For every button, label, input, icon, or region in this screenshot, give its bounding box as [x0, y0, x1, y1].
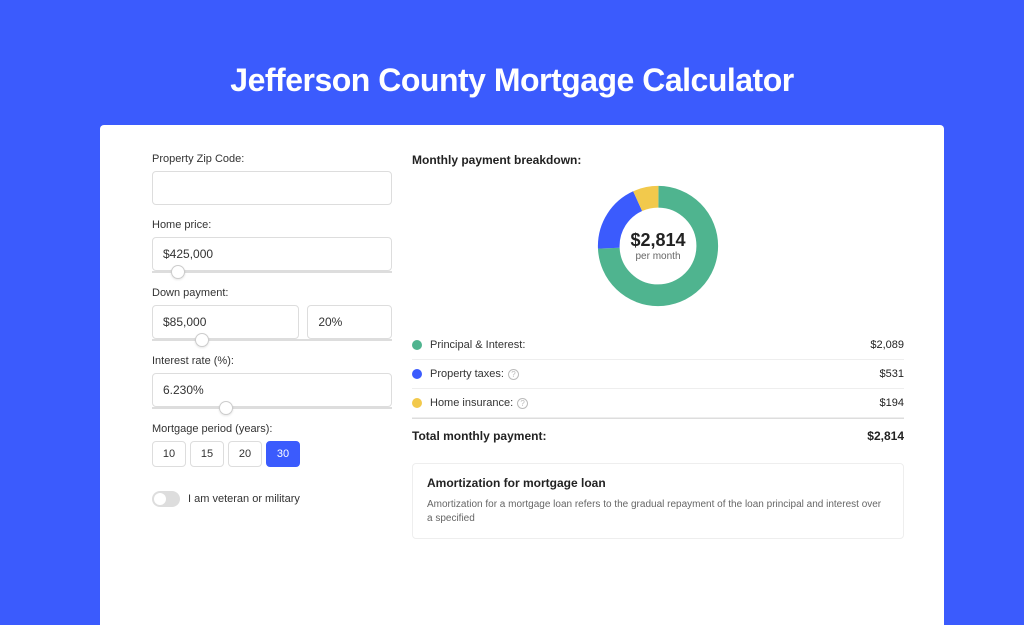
legend-value: $531 — [880, 368, 904, 380]
donut-chart: $2,814 per month — [593, 181, 723, 311]
interest-field: Interest rate (%): — [152, 355, 392, 409]
legend-insurance: Home insurance: ? $194 — [412, 389, 904, 418]
donut-chart-container: $2,814 per month — [412, 181, 904, 311]
total-row: Total monthly payment: $2,814 — [412, 418, 904, 457]
breakdown-column: Monthly payment breakdown: $2,814 per mo… — [412, 153, 904, 625]
home-price-label: Home price: — [152, 219, 392, 231]
slider-thumb[interactable] — [219, 401, 233, 415]
donut-amount: $2,814 — [630, 230, 685, 251]
legend-value: $2,089 — [870, 339, 904, 351]
legend-taxes: Property taxes: ? $531 — [412, 360, 904, 389]
calculator-card: Property Zip Code: Home price: Down paym… — [100, 125, 944, 625]
dot-icon — [412, 340, 422, 350]
zip-label: Property Zip Code: — [152, 153, 392, 165]
period-label: Mortgage period (years): — [152, 423, 392, 435]
amortization-text: Amortization for a mortgage loan refers … — [427, 498, 889, 526]
down-payment-field: Down payment: — [152, 287, 392, 341]
page-title: Jefferson County Mortgage Calculator — [0, 0, 1024, 99]
interest-label: Interest rate (%): — [152, 355, 392, 367]
amortization-title: Amortization for mortgage loan — [427, 476, 889, 490]
period-20-button[interactable]: 20 — [228, 441, 262, 467]
dot-icon — [412, 398, 422, 408]
period-button-group: 10 15 20 30 — [152, 441, 392, 467]
home-price-input[interactable] — [152, 237, 392, 271]
legend-value: $194 — [880, 397, 904, 409]
inputs-column: Property Zip Code: Home price: Down paym… — [152, 153, 392, 625]
dot-icon — [412, 369, 422, 379]
donut-center: $2,814 per month — [593, 181, 723, 311]
period-field: Mortgage period (years): 10 15 20 30 — [152, 423, 392, 467]
legend-principal: Principal & Interest: $2,089 — [412, 331, 904, 360]
amortization-box: Amortization for mortgage loan Amortizat… — [412, 463, 904, 539]
slider-thumb[interactable] — [171, 265, 185, 279]
veteran-row: I am veteran or military — [152, 491, 392, 507]
zip-field: Property Zip Code: — [152, 153, 392, 205]
veteran-label: I am veteran or military — [188, 493, 300, 505]
donut-sub: per month — [635, 251, 680, 262]
legend-label: Property taxes: — [430, 368, 504, 380]
info-icon[interactable]: ? — [508, 369, 519, 380]
down-payment-input[interactable] — [152, 305, 299, 339]
down-payment-label: Down payment: — [152, 287, 392, 299]
info-icon[interactable]: ? — [517, 398, 528, 409]
slider-thumb[interactable] — [195, 333, 209, 347]
period-15-button[interactable]: 15 — [190, 441, 224, 467]
total-label: Total monthly payment: — [412, 429, 546, 443]
zip-input[interactable] — [152, 171, 392, 205]
home-price-slider[interactable] — [152, 271, 392, 273]
total-value: $2,814 — [867, 429, 904, 443]
down-payment-pct-input[interactable] — [307, 305, 392, 339]
interest-input[interactable] — [152, 373, 392, 407]
interest-slider[interactable] — [152, 407, 392, 409]
period-10-button[interactable]: 10 — [152, 441, 186, 467]
down-payment-slider[interactable] — [152, 339, 392, 341]
legend-label: Principal & Interest: — [430, 339, 525, 351]
period-30-button[interactable]: 30 — [266, 441, 300, 467]
home-price-field: Home price: — [152, 219, 392, 273]
legend-label: Home insurance: — [430, 397, 513, 409]
breakdown-title: Monthly payment breakdown: — [412, 153, 904, 167]
veteran-toggle[interactable] — [152, 491, 180, 507]
